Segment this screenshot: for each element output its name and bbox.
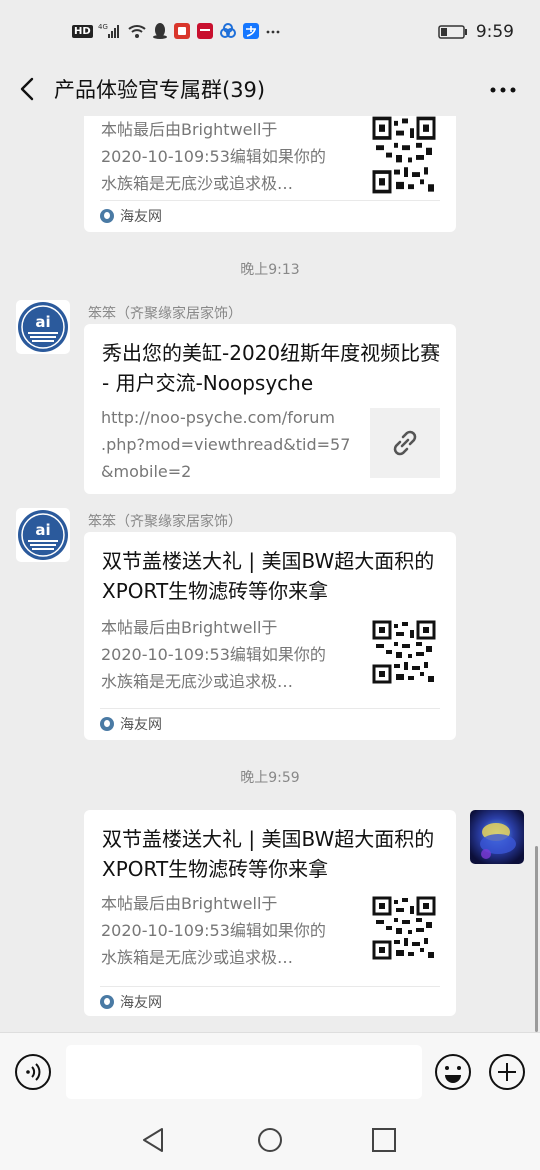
article-desc-line: 2020-10-109:53编辑如果你的 xyxy=(101,147,326,166)
hd-icon: HD xyxy=(72,24,93,38)
battery-icon xyxy=(438,25,467,39)
link-url: http://noo-psyche.com/forum .php?mod=vie… xyxy=(101,404,361,485)
article-card[interactable]: 本帖最后由Brightwell于 2020-10-109:53编辑如果你的 水族… xyxy=(84,116,456,232)
sender-name: 笨笨（齐聚缘家居家饰） xyxy=(88,306,242,322)
article-desc-line: 2020-10-109:53编辑如果你的 xyxy=(101,921,326,940)
cloud-app-icon xyxy=(219,23,236,38)
article-title: 双节盖楼送大礼 | 美国BW超大面积的XPORT生物滤砖等你来拿 xyxy=(102,827,435,881)
chain-link-icon xyxy=(393,430,417,456)
link-card[interactable]: 秀出您的美缸-2020纽斯年度视频比赛 - 用户交流-Noopsyche htt… xyxy=(84,324,456,494)
sender-avatar[interactable]: ai xyxy=(16,300,70,354)
card-divider xyxy=(100,708,440,709)
app-notification-icon xyxy=(173,23,190,39)
clock: 9:59 xyxy=(475,22,514,42)
user-photo-icon xyxy=(470,810,524,864)
more-options-icon[interactable] xyxy=(488,78,518,102)
article-desc-line: 本帖最后由Brightwell于 xyxy=(101,120,278,139)
chat-scrollbar[interactable] xyxy=(535,846,538,1032)
emoji-icon[interactable] xyxy=(434,1053,472,1091)
article-source: 海友网 xyxy=(100,206,162,226)
message-timestamp: 晚上9:13 xyxy=(240,262,300,278)
back-arrow-icon[interactable] xyxy=(14,74,44,104)
source-logo-icon xyxy=(100,995,114,1009)
qr-code-thumbnail xyxy=(372,116,436,194)
article-card[interactable]: 双节盖楼送大礼 | 美国BW超大面积的XPORT生物滤砖等你来拿 本帖最后由Br… xyxy=(84,532,456,740)
status-icons-right: 9:59 xyxy=(438,22,514,42)
link-title: 秀出您的美缸-2020纽斯年度视频比赛 - 用户交流-Noopsyche xyxy=(102,341,441,395)
article-desc-line: 水族箱是无底沙或追求极… xyxy=(101,948,294,967)
message-list[interactable]: 本帖最后由Brightwell于 2020-10-109:53编辑如果你的 水族… xyxy=(0,116,540,1032)
nav-home-icon[interactable] xyxy=(254,1124,286,1156)
qr-code-thumbnail xyxy=(372,896,436,960)
article-card-sent[interactable]: 双节盖楼送大礼 | 美国BW超大面积的XPORT生物滤砖等你来拿 本帖最后由Br… xyxy=(84,810,456,1016)
article-source: 海友网 xyxy=(100,714,162,734)
sender-avatar[interactable]: ai xyxy=(16,508,70,562)
news-app-icon xyxy=(196,23,213,39)
qr-code-thumbnail xyxy=(372,620,436,684)
svg-text:ai: ai xyxy=(35,521,50,539)
my-avatar[interactable] xyxy=(470,810,524,864)
chat-title: 产品体验官专属群(39) xyxy=(54,78,266,102)
plus-icon[interactable] xyxy=(488,1053,526,1091)
link-thumbnail xyxy=(370,408,440,478)
link-url-line: .php?mod=viewthread&tid=57 xyxy=(101,435,351,454)
message-input-bar xyxy=(0,1032,540,1110)
status-bar: HD 4G 9:59 xyxy=(0,0,540,64)
source-logo-icon xyxy=(100,209,114,223)
card-divider xyxy=(100,200,440,201)
voice-input-icon[interactable] xyxy=(14,1053,52,1091)
source-name: 海友网 xyxy=(120,717,162,733)
avatar-logo-icon: ai xyxy=(16,508,70,562)
status-icons-left: HD 4G xyxy=(72,22,281,40)
message-input[interactable] xyxy=(66,1045,422,1099)
article-description: 本帖最后由Brightwell于 2020-10-109:53编辑如果你的 水族… xyxy=(101,116,361,197)
avatar-logo-icon: ai xyxy=(16,300,70,354)
message-timestamp: 晚上9:59 xyxy=(240,770,300,786)
svg-text:ai: ai xyxy=(35,313,50,331)
source-logo-icon xyxy=(100,717,114,731)
article-desc-line: 本帖最后由Brightwell于 xyxy=(101,894,278,913)
more-notifications-icon xyxy=(266,30,280,34)
article-desc-line: 水族箱是无底沙或追求极… xyxy=(101,672,294,691)
nav-recents-icon[interactable] xyxy=(368,1124,400,1156)
source-name: 海友网 xyxy=(120,995,162,1011)
chat-header: 产品体验官专属群(39) xyxy=(0,64,540,116)
article-desc-line: 水族箱是无底沙或追求极… xyxy=(101,174,294,193)
article-desc-line: 2020-10-109:53编辑如果你的 xyxy=(101,645,326,664)
article-desc-line: 本帖最后由Brightwell于 xyxy=(101,618,278,637)
cellular-signal-icon: 4G xyxy=(98,23,119,38)
wifi-icon xyxy=(128,25,146,38)
link-url-line: http://noo-psyche.com/forum xyxy=(101,408,335,427)
alipay-icon xyxy=(242,23,259,39)
nav-back-icon[interactable] xyxy=(138,1124,170,1156)
article-source: 海友网 xyxy=(100,986,162,1012)
sender-name: 笨笨（齐聚缘家居家饰） xyxy=(88,514,242,530)
source-name: 海友网 xyxy=(120,209,162,225)
system-navigation-bar xyxy=(0,1110,540,1170)
network-type-label: 4G xyxy=(98,23,108,31)
link-url-line: &mobile=2 xyxy=(101,462,192,481)
article-title: 双节盖楼送大礼 | 美国BW超大面积的XPORT生物滤砖等你来拿 xyxy=(102,549,435,603)
article-description: 本帖最后由Brightwell于 2020-10-109:53编辑如果你的 水族… xyxy=(101,614,361,695)
article-description: 本帖最后由Brightwell于 2020-10-109:53编辑如果你的 水族… xyxy=(101,890,361,971)
qq-icon xyxy=(152,23,167,39)
